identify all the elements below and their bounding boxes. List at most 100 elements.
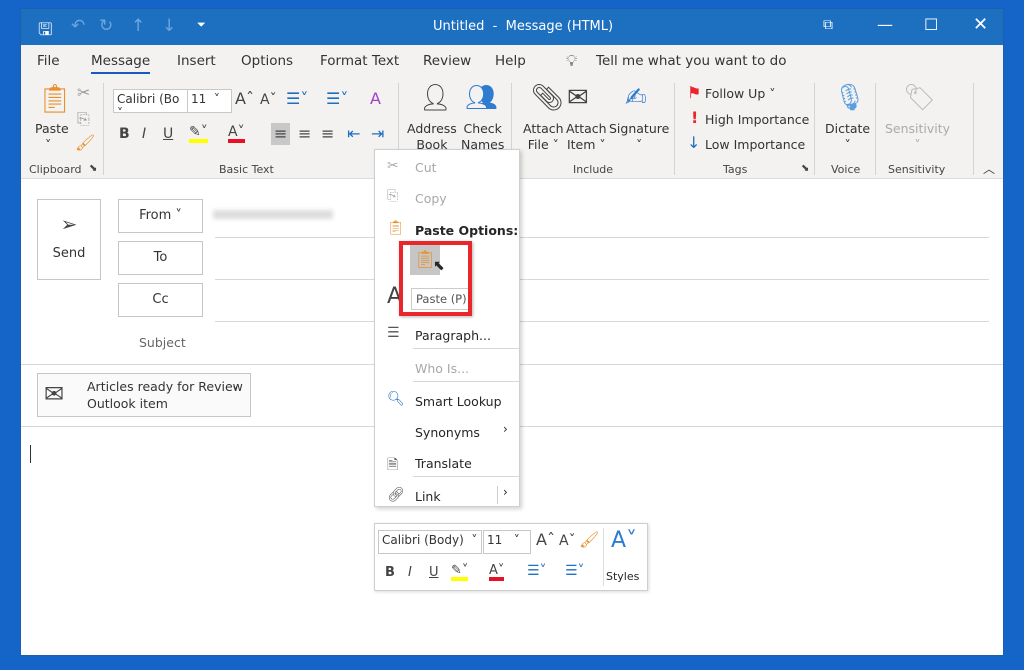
tags-dialog-launcher-icon[interactable]: ⬊ (801, 164, 809, 174)
clear-formatting-icon[interactable]: A (370, 91, 381, 107)
flag-icon: ⚑ (687, 83, 702, 102)
microphone-icon[interactable]: 🎙︎ (833, 85, 866, 111)
font-name-select[interactable]: Calibri (Bo ˅ (113, 89, 188, 120)
low-importance-button[interactable]: Low Importance (705, 137, 805, 153)
dialog-launcher-icon[interactable]: ⬊ (89, 164, 97, 174)
tell-me-search[interactable]: Tell me what you want to do (596, 53, 786, 69)
menu-item-copy[interactable]: Copy (415, 191, 447, 206)
maximize-icon[interactable]: ☐ (924, 15, 938, 34)
high-importance-button[interactable]: High Importance (705, 112, 809, 128)
up-icon[interactable]: ↑ (131, 16, 145, 36)
tab-review[interactable]: Review (423, 53, 471, 69)
menu-item-cut[interactable]: Cut (415, 160, 437, 175)
grow-font-icon[interactable]: Aˆ (235, 91, 254, 107)
attach-item-button[interactable]: Attach Item ˅ (566, 121, 607, 153)
bullets-icon[interactable]: ☰˅ (527, 564, 547, 578)
save-icon[interactable]: 🖫 (38, 17, 52, 46)
format-painter-icon[interactable]: 🖌︎ (75, 135, 95, 151)
tags-group-label: Tags (723, 163, 748, 176)
tab-message[interactable]: Message (91, 53, 151, 74)
bullets-icon[interactable]: ☰˅ (286, 91, 308, 107)
increase-indent-icon[interactable]: ⇥ (371, 126, 384, 142)
font-color-icon[interactable]: A˅ (489, 564, 505, 581)
menu-item-who-is[interactable]: Who Is... (415, 361, 469, 376)
italic-button[interactable]: I (142, 127, 146, 141)
attachment-dropdown-icon[interactable]: ˅ (232, 386, 239, 401)
low-importance-icon: ↓ (687, 133, 701, 152)
dictate-button[interactable]: Dictate ˅ (825, 121, 870, 153)
grow-font-icon[interactable]: Aˆ (536, 532, 555, 548)
align-center-icon[interactable]: ≡ (298, 126, 311, 142)
shrink-font-icon[interactable]: Aˇ (260, 93, 277, 107)
attach-item-icon[interactable]: ✉ (567, 85, 589, 111)
customize-icon[interactable]: ⏷ (197, 18, 206, 32)
mini-toolbar: Calibri (Body) ˅ 11 ˅ Aˆ Aˇ 🖌︎ B I U ✎˅ … (374, 523, 648, 591)
paste-button[interactable]: Paste (35, 121, 69, 137)
align-right-icon[interactable]: ≡ (321, 126, 334, 142)
to-input[interactable] (215, 279, 989, 280)
ribbon-display-icon[interactable]: ⧉ (823, 17, 833, 33)
redo-icon[interactable]: ↻ (99, 16, 113, 36)
title-bar: 🖫 ↶ ↻ ↑ ↓ ⏷ Untitled - Message (HTML) ⧉ … (21, 9, 1003, 45)
mini-size-select[interactable]: 11 ˅ (483, 530, 531, 554)
styles-icon[interactable]: A˅ (611, 530, 637, 552)
cc-button[interactable]: Cc (118, 283, 203, 317)
sensitivity-button: Sensitivity ˅ (885, 121, 951, 152)
to-button[interactable]: To (118, 241, 203, 275)
menu-item-smart-lookup[interactable]: Smart Lookup (415, 394, 502, 409)
signature-icon[interactable]: ✍︎ (625, 85, 647, 111)
cut-icon[interactable]: ✂ (77, 85, 90, 101)
align-left-icon[interactable]: ≡ (271, 123, 291, 145)
highlight-icon[interactable]: ✎˅ (189, 125, 208, 143)
tab-options[interactable]: Options (241, 53, 293, 69)
follow-up-button[interactable]: Follow Up ˅ (705, 86, 776, 102)
collapse-ribbon-icon[interactable]: ︿ (983, 163, 995, 175)
copy-icon[interactable]: ⎘ (77, 111, 90, 127)
minimize-icon[interactable]: — (877, 15, 893, 34)
paperclip-icon[interactable]: 📎︎ (531, 85, 564, 111)
tab-help[interactable]: Help (495, 53, 526, 69)
tab-file[interactable]: File (37, 53, 60, 69)
cc-input[interactable] (215, 321, 989, 322)
bold-button[interactable]: B (119, 127, 130, 141)
close-icon[interactable]: ✕ (973, 14, 988, 35)
menu-item-translate[interactable]: Translate (415, 456, 472, 471)
down-icon[interactable]: ↓ (162, 16, 176, 36)
underline-button[interactable]: U (429, 566, 439, 579)
numbering-icon[interactable]: ☰˅ (565, 564, 585, 578)
send-button[interactable]: ➢ Send (37, 199, 101, 280)
paste-icon[interactable]: 📋︎ (37, 85, 73, 113)
paste-options-icon: 📋︎ (387, 220, 405, 236)
styles-button[interactable]: Styles (606, 570, 639, 583)
from-address-blurred (213, 210, 333, 219)
menu-item-paragraph[interactable]: Paragraph... (415, 328, 491, 343)
sensitivity-group-label: Sensitivity (888, 163, 946, 176)
mini-font-select[interactable]: Calibri (Body) ˅ (378, 530, 482, 554)
from-button[interactable]: From ˅ (118, 199, 203, 233)
italic-button[interactable]: I (408, 566, 412, 579)
submenu-arrow-icon[interactable]: › (503, 485, 508, 499)
bold-button[interactable]: B (385, 566, 395, 579)
clipboard-group-label: Clipboard (29, 163, 82, 176)
menu-item-synonyms[interactable]: Synonyms (415, 425, 480, 440)
paste-dropdown-icon[interactable]: ˅ (45, 137, 51, 153)
underline-button[interactable]: U (163, 127, 173, 141)
numbering-icon[interactable]: ☰˅ (326, 91, 348, 107)
attachment-card[interactable]: ✉ Articles ready for Review Outlook item… (37, 373, 251, 417)
menu-item-link[interactable]: Link (415, 489, 441, 504)
font-size-select[interactable]: 11 ˅ (187, 89, 232, 113)
check-names-icon[interactable]: 👥︎ (465, 85, 498, 111)
tab-format-text[interactable]: Format Text (320, 53, 399, 69)
format-painter-icon[interactable]: 🖌︎ (579, 532, 599, 548)
tab-insert[interactable]: Insert (177, 53, 216, 69)
undo-icon[interactable]: ↶ (71, 16, 85, 36)
signature-button[interactable]: Signature ˅ (609, 121, 669, 153)
attach-file-button[interactable]: Attach File ˅ (523, 121, 564, 153)
font-color-icon[interactable]: A˅ (228, 125, 245, 143)
attachment-title: Articles ready for Review (87, 379, 243, 394)
translate-icon: 🗎 (387, 457, 399, 473)
highlight-icon[interactable]: ✎˅ (451, 564, 469, 581)
decrease-indent-icon[interactable]: ⇤ (347, 126, 360, 142)
shrink-font-icon[interactable]: Aˇ (559, 534, 576, 548)
address-book-icon[interactable]: 👤︎ (419, 85, 452, 111)
